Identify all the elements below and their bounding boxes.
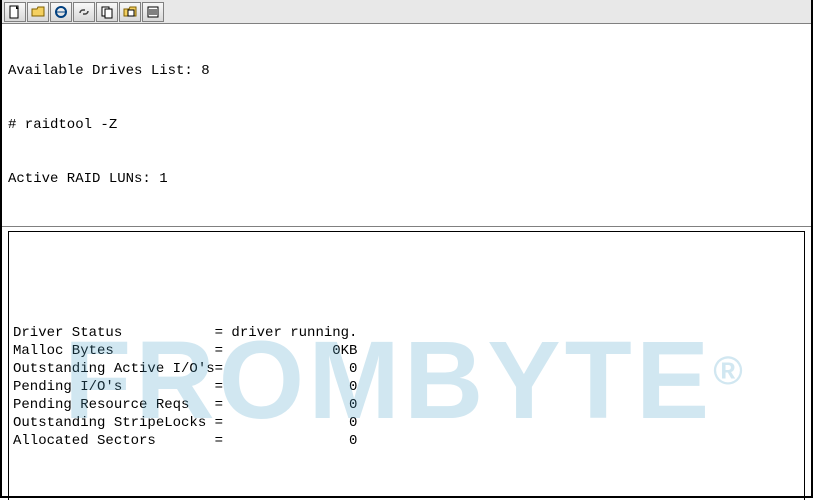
divider xyxy=(2,226,811,227)
link-icon xyxy=(77,5,91,19)
properties-button[interactable] xyxy=(142,2,164,22)
blank-line xyxy=(13,486,800,500)
toolbar xyxy=(2,0,811,24)
new-button[interactable] xyxy=(4,2,26,22)
paste-button[interactable] xyxy=(119,2,141,22)
status-line: Outstanding StripeLocks = 0 xyxy=(13,414,800,432)
copy-icon xyxy=(100,5,114,19)
open-button[interactable] xyxy=(27,2,49,22)
status-line: Pending I/O's = 0 xyxy=(13,378,800,396)
terminal-output: FROMBYTE ® Driver Status = driver runnin… xyxy=(8,231,805,500)
connect-button[interactable] xyxy=(50,2,72,22)
link-button[interactable] xyxy=(73,2,95,22)
status-line: Malloc Bytes = 0KB xyxy=(13,342,800,360)
new-icon xyxy=(8,5,22,19)
header-section: Available Drives List: 8 # raidtool -Z A… xyxy=(2,24,811,226)
connect-icon xyxy=(54,5,68,19)
driver-status-block: Driver Status = driver running.Malloc By… xyxy=(13,324,800,450)
status-line: Allocated Sectors = 0 xyxy=(13,432,800,450)
command-line: # raidtool -Z xyxy=(8,116,805,134)
properties-icon xyxy=(146,5,160,19)
status-line: Driver Status = driver running. xyxy=(13,324,800,342)
copy-button[interactable] xyxy=(96,2,118,22)
app-window: Available Drives List: 8 # raidtool -Z A… xyxy=(0,0,813,498)
available-drives-line: Available Drives List: 8 xyxy=(8,62,805,80)
status-line: Outstanding Active I/O's= 0 xyxy=(13,360,800,378)
paste-icon xyxy=(123,5,137,19)
open-icon xyxy=(31,5,45,19)
status-line: Pending Resource Reqs = 0 xyxy=(13,396,800,414)
active-luns-line: Active RAID LUNs: 1 xyxy=(8,170,805,188)
